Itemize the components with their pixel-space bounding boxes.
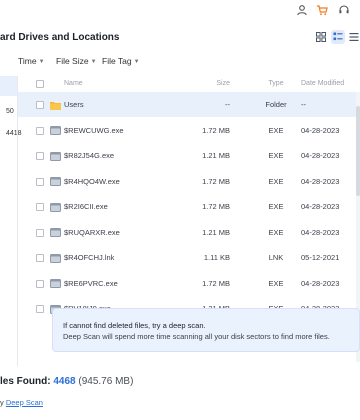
file-name: $R2I6CII.exe (64, 202, 108, 211)
chevron-down-icon: ▼ (90, 59, 97, 65)
file-name: $REWCUWG.exe (64, 125, 124, 135)
user-icon[interactable] (296, 4, 310, 18)
sidebar-item-selected[interactable] (0, 76, 18, 96)
file-date: 04-28-2023 (301, 151, 340, 160)
file-tag-filter-label: File Tag (102, 56, 132, 66)
chevron-down-icon: ▼ (38, 59, 45, 65)
table-header: Name Size Type Date Modified (18, 76, 360, 92)
file-size: 1.11 KB (203, 253, 230, 262)
row-checkbox[interactable] (36, 177, 44, 186)
table-row[interactable]: $RUQARXR.exe 1.21 MB EXE 04-28-2023 (18, 220, 360, 245)
column-header-type[interactable]: Type (261, 80, 291, 87)
row-checkbox[interactable] (36, 228, 44, 237)
row-checkbox[interactable] (36, 152, 44, 160)
heading-row: ard Drives and Locations (0, 28, 360, 48)
file-name: $RUQARXR.exe (64, 227, 120, 237)
file-size-filter-label: File Size (56, 56, 89, 66)
table-row[interactable]: $R4OFCHJ.lnk 1.11 KB LNK 05-12-2021 (18, 245, 360, 270)
row-checkbox[interactable] (36, 279, 44, 288)
row-checkbox[interactable] (36, 305, 44, 313)
folder-icon (50, 101, 61, 110)
column-header-date[interactable]: Date Modified (301, 80, 344, 87)
files-found-label: les Found: (0, 376, 51, 387)
file-icon (50, 279, 61, 288)
support-icon[interactable] (338, 4, 352, 18)
filter-bar: Time ▼ File Size ▼ File Tag ▼ (0, 54, 360, 70)
time-filter-label: Time (18, 56, 37, 66)
file-icon (50, 177, 61, 186)
table-row[interactable]: $REWCUWG.exe 1.72 MB EXE 04-28-2023 (18, 118, 360, 143)
deep-scan-line: y Deep Scan (0, 398, 43, 407)
table-row[interactable]: Users -- Folder -- (18, 92, 360, 117)
column-header-size[interactable]: Size (216, 80, 230, 87)
file-type: EXE (268, 151, 284, 160)
list-view-icon[interactable] (331, 30, 345, 44)
deep-scan-prefix: y (0, 398, 4, 407)
row-checkbox[interactable] (36, 254, 44, 262)
file-size: 1.72 MB (202, 278, 230, 288)
tip-title: If cannot find deleted files, try a deep… (63, 321, 206, 330)
file-type: EXE (268, 278, 284, 288)
file-icon (50, 253, 61, 263)
column-header-name[interactable]: Name (64, 80, 83, 87)
deep-scan-tip: If cannot find deleted files, try a deep… (52, 308, 360, 352)
file-name: $R4HQO4W.exe (64, 176, 120, 186)
file-size: -- (225, 100, 230, 109)
file-type: EXE (268, 227, 284, 237)
files-found-size: (945.76 MB) (78, 376, 134, 387)
file-date: 04-28-2023 (301, 227, 340, 237)
file-tag-filter[interactable]: File Tag ▼ (102, 56, 140, 66)
table-row[interactable]: $R82J54G.exe 1.21 MB EXE 04-28-2023 (18, 143, 360, 168)
chevron-down-icon: ▼ (133, 59, 140, 65)
page-title: ard Drives and Locations (0, 32, 120, 43)
table-row[interactable]: $RE6PVRC.exe 1.72 MB EXE 04-28-2023 (18, 271, 360, 296)
files-found-summary: les Found: 4468 (945.76 MB) (0, 376, 133, 387)
file-name: $R82J54G.exe (64, 151, 115, 160)
file-icon (50, 228, 61, 237)
file-type: EXE (268, 176, 284, 186)
file-type: EXE (268, 125, 284, 135)
time-filter[interactable]: Time ▼ (18, 56, 45, 66)
file-name: $R4OFCHJ.lnk (64, 253, 115, 262)
file-date: 04-28-2023 (301, 278, 340, 288)
file-icon (50, 202, 61, 212)
scrollbar-thumb[interactable] (356, 106, 360, 196)
grid-view-icon[interactable] (314, 30, 328, 44)
footer: les Found: 4468 (945.76 MB) y Deep Scan (0, 376, 360, 420)
location-sidebar: 50 4418 (0, 76, 22, 376)
file-size: 1.21 MB (202, 227, 230, 237)
file-icon (50, 126, 61, 135)
file-name: $RE6PVRC.exe (64, 278, 118, 288)
file-date: 05-12-2021 (301, 253, 340, 262)
file-size: 1.72 MB (202, 125, 230, 135)
file-date: -- (301, 100, 306, 109)
row-checkbox[interactable] (36, 126, 44, 135)
file-date: 04-28-2023 (301, 125, 340, 135)
row-checkbox[interactable] (36, 203, 44, 211)
file-icon (50, 151, 61, 161)
file-type: Folder (265, 100, 287, 109)
tip-body: Deep Scan will spend more time scanning … (63, 332, 330, 341)
table-row[interactable]: $R2I6CII.exe 1.72 MB EXE 04-28-2023 (18, 194, 360, 219)
detail-view-icon[interactable] (347, 30, 360, 44)
file-name: Users (64, 100, 84, 109)
file-type: LNK (268, 253, 284, 262)
file-size-filter[interactable]: File Size ▼ (56, 56, 97, 66)
file-date: 04-28-2023 (301, 176, 340, 186)
file-size: 1.72 MB (202, 176, 230, 186)
file-date: 04-28-2023 (301, 202, 340, 211)
select-all-checkbox[interactable] (36, 80, 44, 88)
file-type: EXE (268, 202, 284, 211)
top-bar (0, 0, 360, 22)
sidebar-item-count[interactable]: 50 (0, 102, 18, 122)
deep-scan-link[interactable]: Deep Scan (6, 398, 43, 407)
row-checkbox[interactable] (36, 101, 44, 109)
table-row[interactable]: $R4HQO4W.exe 1.72 MB EXE 04-28-2023 (18, 169, 360, 194)
file-size: 1.21 MB (202, 151, 230, 160)
files-found-count: 4468 (53, 376, 76, 387)
file-size: 1.72 MB (202, 202, 230, 211)
sidebar-item-count[interactable]: 4418 (0, 124, 22, 144)
cart-icon[interactable] (316, 4, 330, 18)
